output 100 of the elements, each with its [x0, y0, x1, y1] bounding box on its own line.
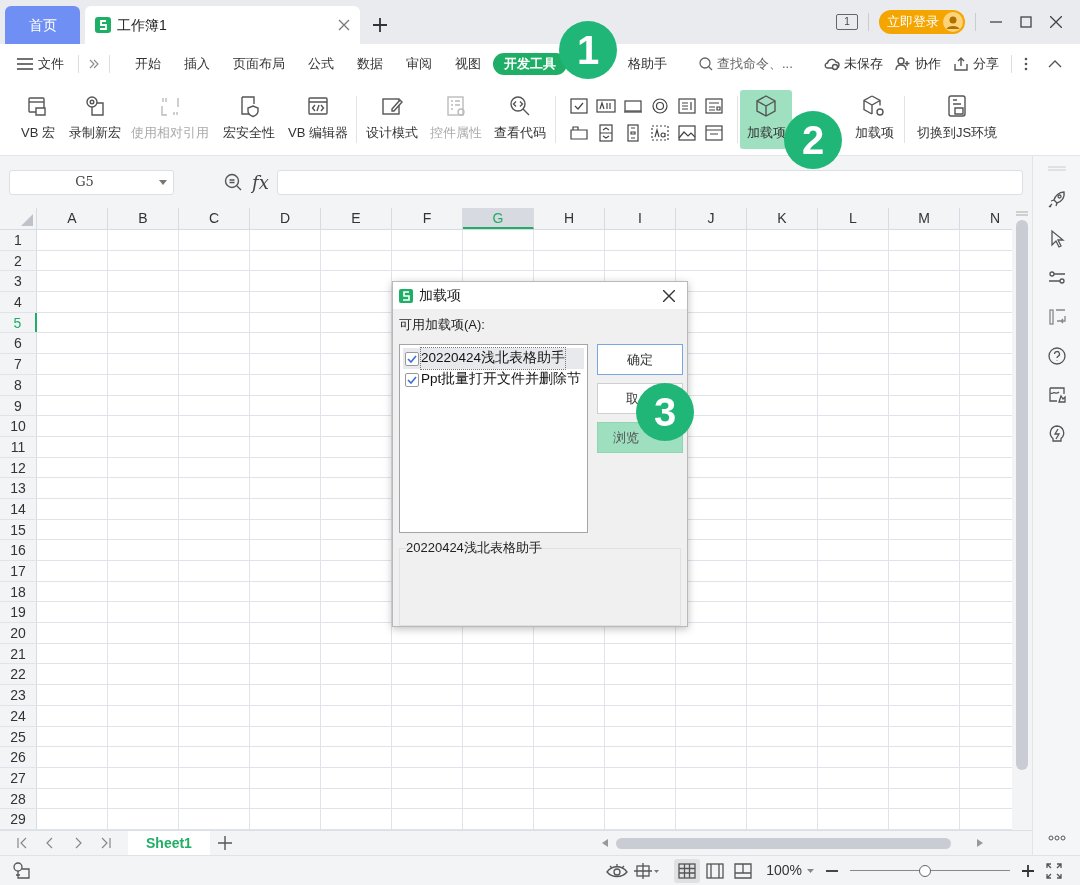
list-box-icon[interactable] — [677, 97, 697, 115]
row-header[interactable]: 22 — [0, 664, 37, 685]
row-header[interactable]: 10 — [0, 416, 37, 436]
formula-input[interactable] — [276, 169, 1023, 195]
row-header[interactable]: 16 — [0, 540, 37, 560]
ribbon-button[interactable]: 录制新宏 — [66, 90, 124, 149]
close-icon[interactable] — [1050, 16, 1062, 28]
scrollbar-thumb[interactable] — [615, 837, 951, 849]
column-header[interactable]: A — [37, 208, 108, 229]
text-box-icon[interactable] — [596, 97, 616, 115]
dropdown-caret-icon[interactable] — [159, 179, 167, 185]
column-header[interactable]: K — [747, 208, 818, 229]
row-header[interactable]: 4 — [0, 292, 37, 312]
row-header[interactable]: 27 — [0, 767, 37, 788]
fullscreen-icon[interactable] — [1046, 862, 1062, 879]
slider-thumb[interactable] — [919, 864, 932, 877]
list-item[interactable]: 20220424浅北表格助手 — [403, 348, 584, 369]
row-header[interactable]: 21 — [0, 643, 37, 664]
ribbon-button[interactable]: 加载项 — [740, 90, 792, 149]
row-header[interactable]: 29 — [0, 809, 37, 829]
ribbon-button[interactable]: 加载项 — [846, 90, 902, 149]
ribbon-button[interactable]: 切换到JS环境 — [907, 90, 1007, 149]
scroll-left-icon[interactable] — [601, 839, 608, 847]
ribbon-tab[interactable]: 公式 — [297, 54, 345, 74]
column-header[interactable]: J — [676, 208, 747, 229]
column-header[interactable]: L — [818, 208, 889, 229]
radio-button-icon[interactable] — [650, 97, 670, 115]
ribbon-tab[interactable]: 格助手 — [617, 54, 678, 74]
ribbon-button[interactable]: 查看代码 — [487, 90, 553, 149]
rocket-icon[interactable] — [1046, 190, 1067, 210]
row-header[interactable]: 6 — [0, 333, 37, 354]
collapse-icon[interactable] — [1048, 60, 1062, 68]
column-header[interactable]: H — [534, 208, 605, 229]
column-header[interactable]: M — [889, 208, 960, 229]
ribbon-tab[interactable]: 审阅 — [395, 54, 443, 74]
row-header[interactable]: 18 — [0, 581, 37, 602]
first-sheet-icon[interactable] — [16, 837, 28, 849]
row-header[interactable]: 24 — [0, 705, 37, 726]
normal-view-button[interactable] — [674, 858, 701, 883]
row-header[interactable]: 3 — [0, 271, 37, 292]
new-tab-icon[interactable] — [373, 18, 387, 32]
more-options-icon[interactable] — [1024, 57, 1028, 71]
scroll-right-icon[interactable] — [976, 839, 983, 847]
window-count-badge[interactable]: 1 — [836, 14, 858, 30]
ribbon-tab[interactable]: 数据 — [346, 54, 394, 74]
ribbon-button[interactable]: 宏安全性 — [216, 90, 282, 149]
column-header[interactable]: D — [250, 208, 321, 229]
page-break-icon[interactable] — [734, 862, 753, 879]
scrollbar-thumb[interactable] — [1016, 220, 1028, 770]
add-in-list[interactable]: 20220424浅北表格助手 Ppt批量打开文件并删除节 — [399, 344, 588, 533]
expand-icon[interactable] — [89, 59, 99, 69]
row-header[interactable]: 8 — [0, 374, 37, 395]
row-header[interactable]: 2 — [0, 250, 37, 271]
toolbar-button[interactable]: 分享 — [953, 54, 999, 74]
row-header[interactable]: 23 — [0, 685, 37, 705]
row-header[interactable]: 12 — [0, 457, 37, 478]
row-header[interactable]: 11 — [0, 436, 37, 457]
more-icon[interactable] — [1047, 835, 1066, 841]
page-view-icon[interactable] — [706, 862, 725, 879]
row-header[interactable]: 26 — [0, 747, 37, 767]
dialog-button[interactable]: 确定 — [597, 344, 683, 375]
macro-icon[interactable] — [12, 860, 32, 881]
combo-box-icon[interactable] — [704, 97, 724, 115]
row-header[interactable]: 14 — [0, 498, 37, 519]
list-item[interactable]: Ppt批量打开文件并删除节 — [403, 369, 584, 390]
toolbar-button[interactable]: 协作 — [895, 54, 941, 74]
checkbox[interactable] — [405, 372, 419, 387]
row-header[interactable]: 13 — [0, 478, 37, 498]
zoom-in-icon[interactable] — [1022, 864, 1034, 877]
column-header[interactable]: I — [605, 208, 676, 229]
file-menu[interactable]: 文件 — [17, 54, 64, 74]
row-header[interactable]: 25 — [0, 726, 37, 747]
column-header[interactable]: B — [108, 208, 179, 229]
close-icon[interactable] — [663, 289, 675, 302]
row-header[interactable]: 1 — [0, 230, 37, 250]
ribbon-button[interactable]: VB 编辑器 — [282, 90, 354, 149]
ribbon-tab[interactable]: 视图 — [444, 54, 492, 74]
label-control-icon[interactable] — [650, 124, 670, 142]
add-sheet-icon[interactable] — [217, 836, 232, 850]
search-field[interactable]: 查找命令、... — [699, 54, 809, 74]
document-tab[interactable]: 工作簿1 — [85, 6, 360, 44]
menu-icon[interactable] — [17, 58, 33, 70]
ribbon-tab[interactable]: 插入 — [173, 54, 221, 74]
zoom-formula-icon[interactable] — [224, 173, 242, 191]
help-icon[interactable] — [1046, 346, 1067, 366]
group-box-icon[interactable] — [569, 124, 589, 142]
checkbox-icon[interactable] — [569, 97, 589, 115]
row-header[interactable]: 17 — [0, 561, 37, 581]
split-handle-icon[interactable] — [1016, 211, 1028, 216]
layout-swap-icon[interactable] — [1046, 307, 1067, 327]
crosshair-dropdown-icon[interactable] — [634, 861, 661, 880]
ribbon-button[interactable]: VB 宏 — [10, 90, 66, 149]
zoom-slider[interactable] — [850, 864, 1010, 877]
last-sheet-icon[interactable] — [100, 837, 112, 849]
zoom-dropdown[interactable]: 100% — [766, 860, 814, 881]
ribbon-tab[interactable]: 页面布局 — [222, 54, 296, 74]
image-control-icon[interactable] — [677, 124, 697, 142]
eye-icon[interactable] — [606, 862, 629, 879]
frame-control-icon[interactable] — [704, 124, 724, 142]
row-header[interactable]: 15 — [0, 519, 37, 540]
